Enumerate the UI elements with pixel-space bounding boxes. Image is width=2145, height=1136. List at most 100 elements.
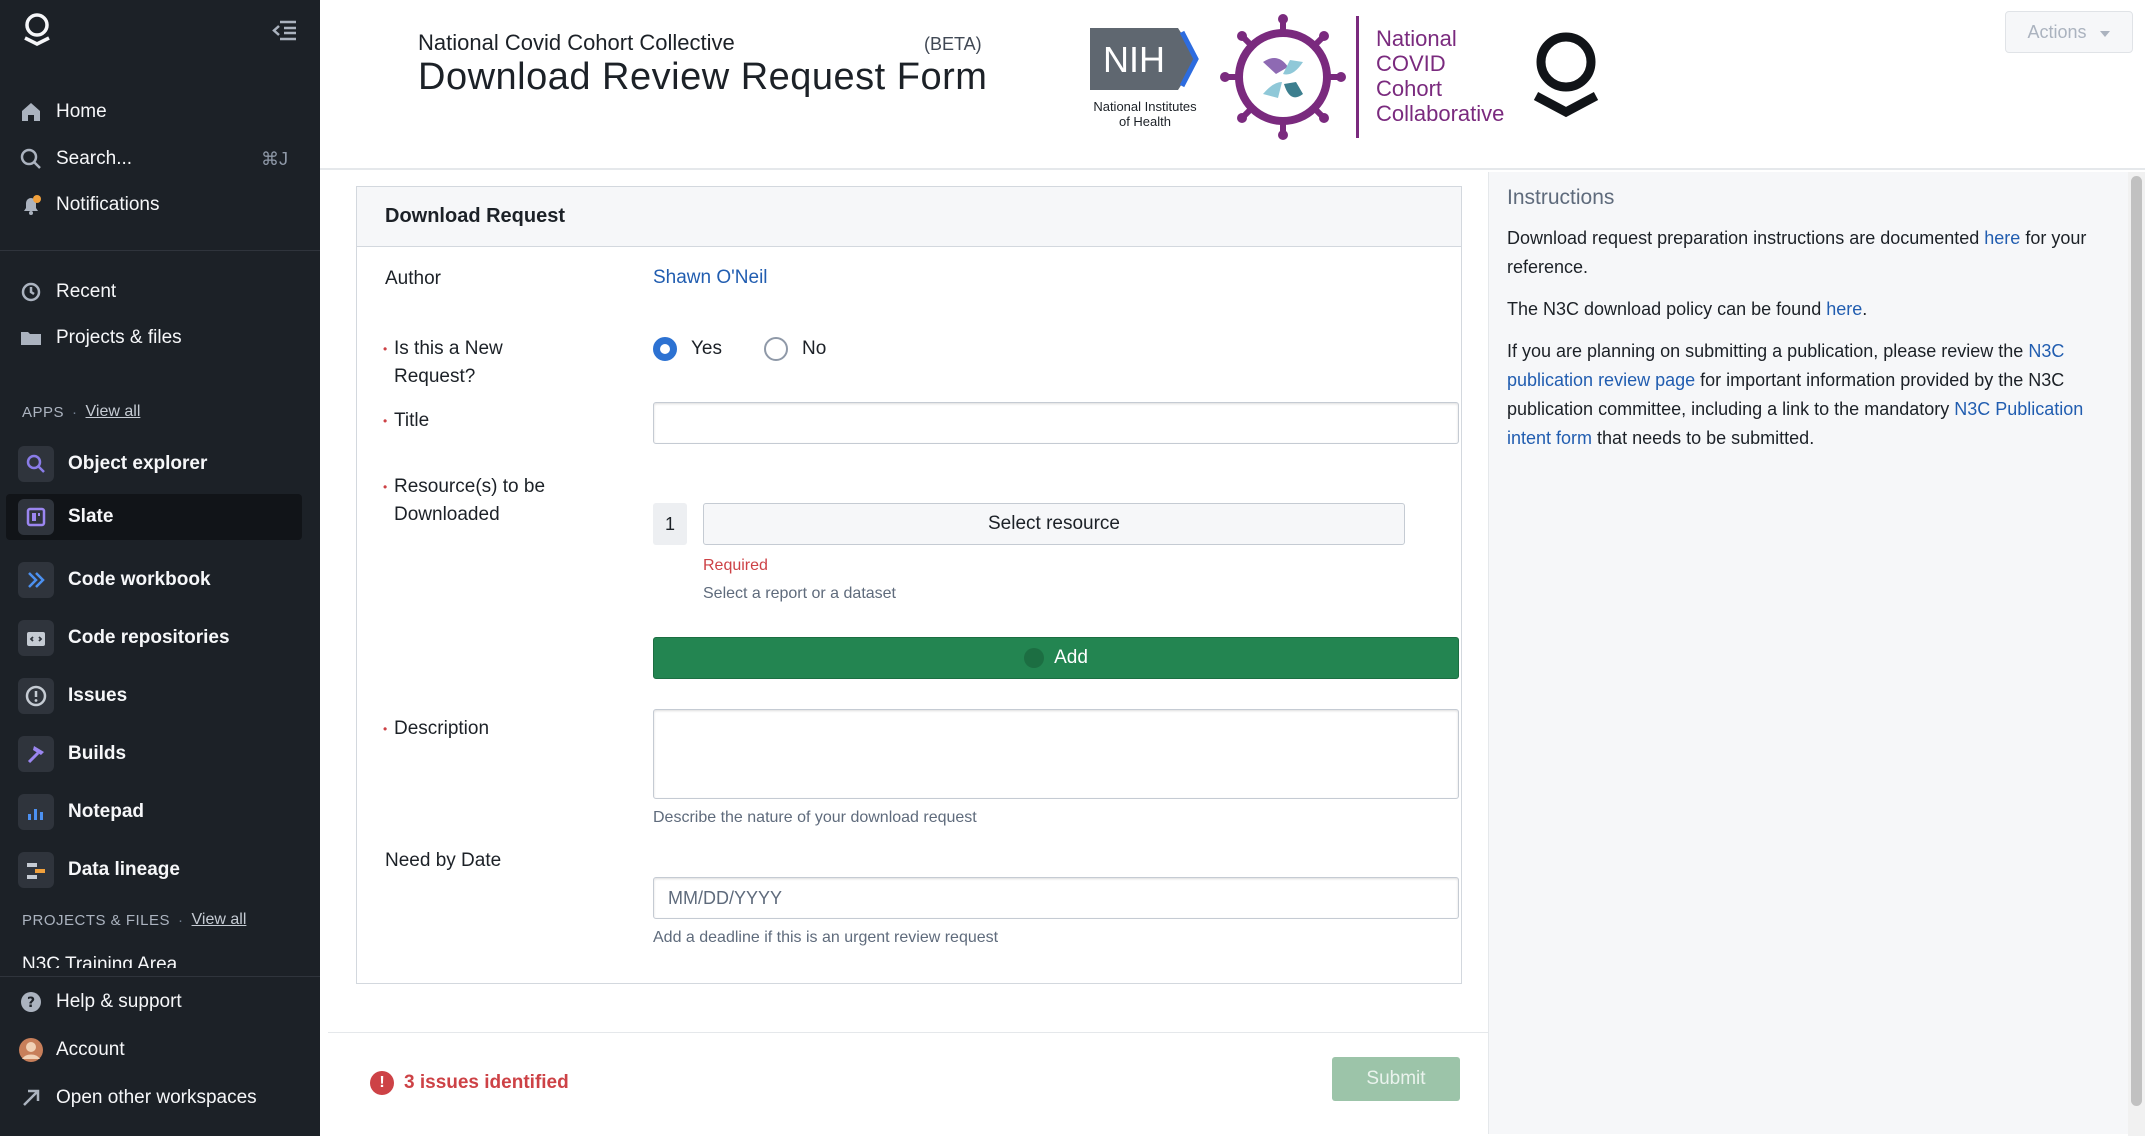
- app-code-workbook[interactable]: Code workbook: [6, 557, 302, 603]
- author-link[interactable]: Shawn O'Neil: [653, 267, 768, 289]
- palantir-logo: [1530, 30, 1602, 122]
- sidebar-item-search[interactable]: Search... ⌘J: [6, 136, 302, 182]
- resource-index-badge: 1: [653, 503, 687, 545]
- required-error: Required: [703, 557, 768, 574]
- nih-caption-line: of Health: [1118, 114, 1172, 129]
- download-policy-link[interactable]: here: [1826, 299, 1862, 319]
- search-icon: [16, 144, 46, 174]
- new-request-label: Is this a New Request?: [383, 335, 503, 391]
- select-resource-button[interactable]: Select resource: [703, 503, 1405, 545]
- date-input[interactable]: MM/DD/YYYY: [653, 877, 1459, 919]
- collapse-sidebar-icon[interactable]: [270, 16, 300, 44]
- sidebar-item-projects[interactable]: Projects & files: [6, 315, 302, 361]
- description-textarea[interactable]: [653, 709, 1459, 799]
- sidebar-item-recent[interactable]: Recent: [6, 269, 302, 315]
- beta-tag: (BETA): [924, 34, 982, 54]
- app-label: Issues: [68, 685, 128, 706]
- card-title: Download Request: [357, 187, 1461, 247]
- app-label: Slate: [68, 506, 114, 527]
- sidebar-item-home[interactable]: Home: [6, 89, 302, 135]
- sidebar: Home Search... ⌘J Notifications Recent P…: [0, 0, 320, 1136]
- instructions-text: .: [1862, 299, 1868, 319]
- organization-name: National Covid Cohort Collective: [418, 30, 735, 55]
- date-placeholder: MM/DD/YYYY: [668, 887, 783, 908]
- no-radio-label[interactable]: No: [802, 338, 826, 360]
- yes-radio[interactable]: [653, 337, 677, 361]
- instructions-text: that needs to be submitted.: [1592, 428, 1815, 448]
- instructions-panel: Instructions Download request preparatio…: [1488, 172, 2128, 1134]
- sidebar-item-label: Recent: [56, 281, 117, 302]
- slate-icon: [18, 499, 54, 535]
- sidebar-project-item[interactable]: N3C Training Area: [22, 950, 312, 968]
- notepad-icon: [18, 794, 54, 830]
- label-line: Resource(s) to be: [394, 476, 546, 497]
- n3c-emblem-icon: [1218, 12, 1348, 142]
- arrow-up-right-icon: [16, 1083, 46, 1113]
- sidebar-item-label: Projects & files: [56, 327, 182, 348]
- caret-down-icon: [2099, 22, 2111, 43]
- object-explorer-icon: [18, 446, 54, 482]
- title-label: Title: [383, 407, 429, 435]
- yes-radio-label[interactable]: Yes: [691, 338, 722, 360]
- instructions-text: The N3C download policy can be found: [1507, 299, 1827, 319]
- app-data-lineage[interactable]: Data lineage: [6, 847, 302, 893]
- sidebar-item-notifications[interactable]: Notifications: [6, 182, 302, 228]
- app-label: Data lineage: [68, 859, 180, 880]
- error-icon: !: [370, 1071, 394, 1095]
- author-label: Author: [385, 268, 441, 289]
- no-radio[interactable]: [764, 337, 788, 361]
- sidebar-item-help[interactable]: ? Help & support: [6, 979, 302, 1025]
- new-request-radio-group: Yes No: [653, 337, 826, 361]
- scrollbar-thumb[interactable]: [2131, 176, 2142, 1106]
- builds-icon: [18, 736, 54, 772]
- projects-heading: PROJECTS & FILES: [22, 911, 171, 929]
- page-scrollbar[interactable]: [2128, 172, 2145, 1136]
- app-issues[interactable]: Issues: [6, 673, 302, 719]
- instructions-title: Instructions: [1507, 186, 1615, 209]
- label-line: Downloaded: [394, 504, 500, 525]
- app-object-explorer[interactable]: Object explorer: [6, 441, 302, 487]
- sidebar-item-label: Notifications: [56, 194, 160, 215]
- title-input[interactable]: [653, 402, 1459, 444]
- palantir-logo-icon[interactable]: [20, 12, 54, 46]
- projects-view-all-link[interactable]: View all: [192, 911, 247, 929]
- add-label: Add: [1054, 647, 1088, 668]
- nih-logo: NIH National Institutes of Health: [1080, 24, 1210, 134]
- projects-section-heading: PROJECTS & FILES · View all: [22, 911, 246, 929]
- instructions-text: Download request preparation instruction…: [1507, 228, 1985, 248]
- actions-label: Actions: [2027, 21, 2087, 42]
- app-code-repositories[interactable]: Code repositories: [6, 615, 302, 661]
- n3c-word: Cohort: [1376, 76, 1443, 101]
- page-header: National Covid Cohort Collective (BETA) …: [320, 0, 2145, 170]
- sidebar-item-open-workspaces[interactable]: Open other workspaces: [6, 1075, 302, 1121]
- svg-text:?: ?: [27, 995, 35, 1011]
- resources-label: Resource(s) to be Downloaded: [383, 473, 546, 529]
- form-footer: ! 3 issues identified Submit: [328, 1032, 1488, 1128]
- issues-indicator[interactable]: ! 3 issues identified: [370, 1071, 569, 1095]
- app-notepad[interactable]: Notepad: [6, 789, 302, 835]
- home-icon: [16, 97, 46, 127]
- page-title: Download Review Request Form: [418, 56, 988, 98]
- sidebar-item-label: Home: [56, 101, 107, 122]
- sidebar-item-label: Open other workspaces: [56, 1087, 257, 1108]
- instructions-text: If you are planning on submitting a publ…: [1507, 341, 2029, 361]
- data-lineage-icon: [18, 852, 54, 888]
- preparation-instructions-link[interactable]: here: [1984, 228, 2020, 248]
- app-label: Object explorer: [68, 453, 208, 474]
- label-line: Is this a New: [394, 338, 503, 359]
- apps-view-all-link[interactable]: View all: [86, 403, 141, 421]
- issues-icon: [18, 678, 54, 714]
- app-label: Code repositories: [68, 627, 230, 648]
- folder-icon: [16, 323, 46, 353]
- sidebar-item-account[interactable]: Account: [6, 1027, 302, 1073]
- app-slate[interactable]: Slate: [6, 494, 302, 540]
- submit-button[interactable]: Submit: [1332, 1057, 1460, 1101]
- n3c-word: Collaborative: [1376, 101, 1505, 126]
- sidebar-divider: [0, 976, 320, 977]
- app-label: Notepad: [68, 801, 144, 822]
- actions-dropdown[interactable]: Actions: [2005, 11, 2133, 53]
- add-resource-button[interactable]: Add: [653, 637, 1459, 679]
- bell-icon: [16, 190, 46, 220]
- app-builds[interactable]: Builds: [6, 731, 302, 777]
- sidebar-item-label: Account: [56, 1039, 125, 1060]
